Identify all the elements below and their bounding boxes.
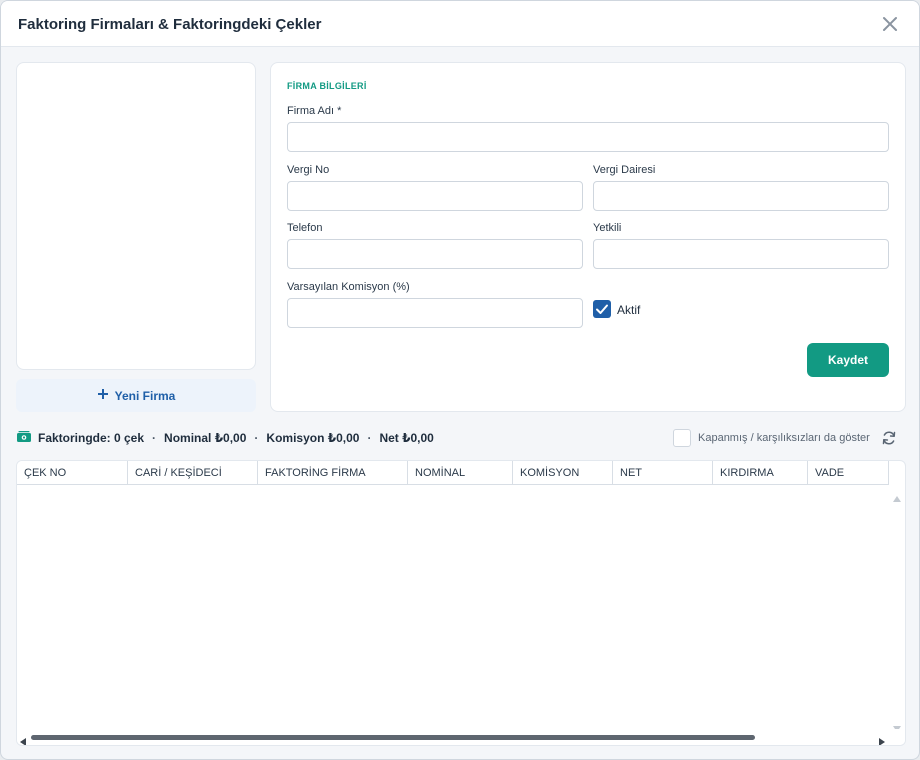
vergi-dairesi-input[interactable] [593,181,889,211]
summary-separator: · [254,431,259,445]
scrollbar-thumb[interactable] [31,735,755,740]
vergi-no-input[interactable] [287,181,583,211]
aktif-label: Aktif [617,303,641,317]
vergi-no-label: Vergi No [287,164,330,176]
column-header-cari[interactable]: CARİ / KEŞİDECİ [128,461,258,485]
summary-komisyon: Komisyon ₺0,00 [266,431,360,445]
scroll-down-arrow[interactable] [893,719,901,732]
dialog-window: Faktoring Firmaları & Faktoringdeki Çekl… [0,0,920,760]
telefon-input[interactable] [287,239,583,269]
yetkili-label: Yetkili [593,222,622,234]
scroll-up-arrow[interactable] [893,489,901,502]
plus-icon [97,388,109,403]
column-header-kirdirma[interactable]: KIRDIRMA [713,461,808,485]
vergi-dairesi-label: Vergi Dairesi [593,164,656,176]
refresh-icon[interactable] [881,430,897,446]
summary-bar: Faktoringde: 0 çek · Nominal ₺0,00 · Kom… [16,430,434,446]
dialog-title: Faktoring Firmaları & Faktoringdeki Çekl… [18,16,322,33]
column-header-nominal[interactable]: NOMİNAL [408,461,513,485]
komisyon-input[interactable] [287,298,583,328]
column-header-cek-no[interactable]: ÇEK NO [17,461,128,485]
column-header-komisyon[interactable]: KOMİSYON [513,461,613,485]
check-icon [596,304,608,314]
close-icon[interactable] [879,13,901,35]
yetkili-input[interactable] [593,239,889,269]
firma-adi-label: Firma Adı * [287,105,342,117]
money-icon [16,430,32,447]
komisyon-label: Varsayılan Komisyon (%) [287,281,410,293]
new-firm-button[interactable]: Yeni Firma [16,379,256,412]
summary-separator: · [152,431,157,445]
summary-nominal: Nominal ₺0,00 [164,431,247,445]
scroll-left-arrow[interactable] [20,733,26,745]
show-closed-label: Kapanmış / karşılıksızları da göster [698,432,870,444]
new-firm-label: Yeni Firma [114,388,176,403]
title-bar: Faktoring Firmaları & Faktoringdeki Çekl… [1,1,919,47]
horizontal-scrollbar[interactable] [17,729,905,745]
column-header-net[interactable]: NET [613,461,713,485]
summary-count: Faktoringde: 0 çek [38,431,145,445]
telefon-label: Telefon [287,222,323,234]
cheque-grid[interactable]: ÇEK NO CARİ / KEŞİDECİ FAKTORİNG FİRMA N… [16,460,906,746]
summary-net: Net ₺0,00 [379,431,434,445]
summary-separator: · [367,431,372,445]
firma-adi-input[interactable] [287,122,889,152]
section-title: FİRMA BİLGİLERİ [287,81,367,91]
firm-info-panel: FİRMA BİLGİLERİ Firma Adı * Vergi No Ver… [270,62,906,412]
column-header-faktoring-firma[interactable]: FAKTORİNG FİRMA [258,461,408,485]
save-button[interactable]: Kaydet [807,343,889,377]
column-header-vade[interactable]: VADE [808,461,889,485]
aktif-checkbox[interactable] [593,300,611,318]
firm-list[interactable] [16,62,256,370]
show-closed-toggle[interactable]: Kapanmış / karşılıksızları da göster [673,429,870,447]
show-closed-checkbox[interactable] [673,429,691,447]
scroll-right-arrow[interactable] [879,733,885,745]
grid-header: ÇEK NO CARİ / KEŞİDECİ FAKTORİNG FİRMA N… [17,461,889,485]
